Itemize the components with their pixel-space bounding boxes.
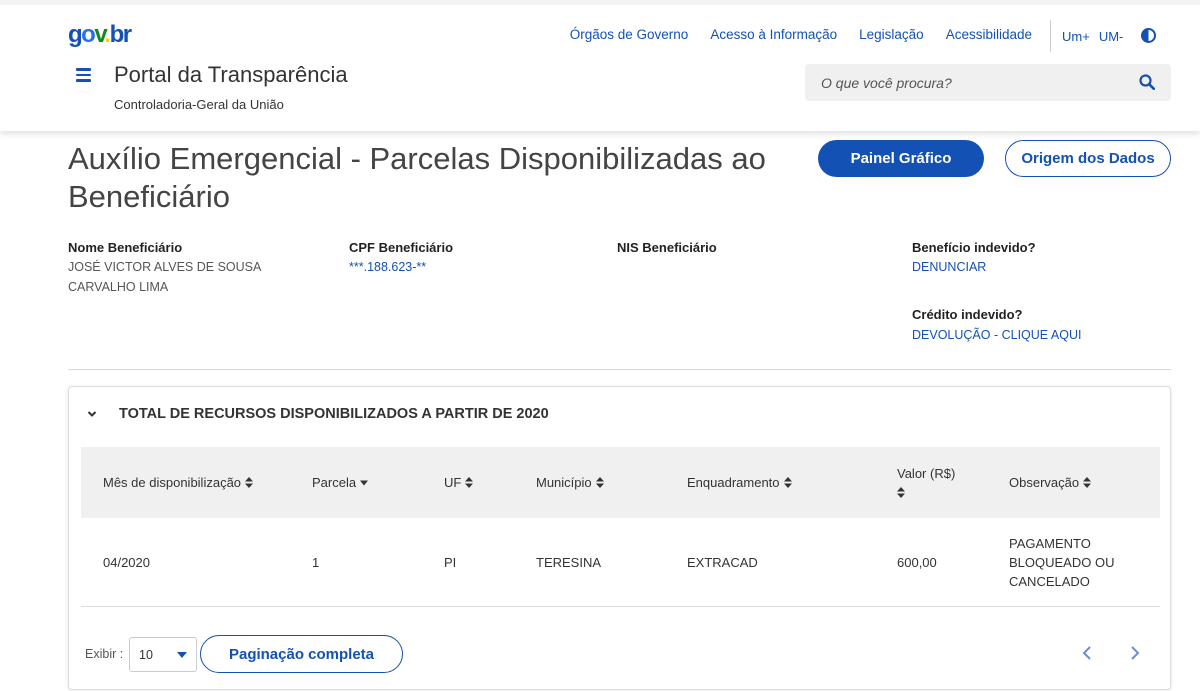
header-divider [1050, 20, 1051, 52]
sort-icon [783, 477, 792, 488]
recursos-card: TOTAL DE RECURSOS DISPONIBILIZADOS A PAR… [68, 386, 1171, 690]
nis-label: NIS Beneficiário [617, 240, 717, 255]
card-title[interactable]: TOTAL DE RECURSOS DISPONIBILIZADOS A PAR… [119, 406, 549, 422]
col-uf[interactable]: UF [444, 475, 474, 490]
caret-down-icon [177, 652, 187, 658]
col-municipio[interactable]: Município [536, 475, 604, 490]
paginacao-completa-button[interactable]: Paginação completa [200, 635, 403, 673]
hamburger-menu-icon[interactable] [76, 68, 91, 82]
sort-icon [245, 477, 254, 488]
sort-icon [595, 477, 604, 488]
sort-icon [897, 487, 905, 498]
sort-icon [1083, 477, 1092, 488]
name-value: JOSÉ VICTOR ALVES DE SOUSA CARVALHO LIMA [68, 260, 261, 294]
top-links: Órgãos de Governo Acesso à Informação Le… [570, 27, 1032, 42]
site-header: gov.br Órgãos de Governo Acesso à Inform… [0, 0, 1200, 131]
font-size-controls: Um+ UM- [1062, 29, 1123, 44]
credito-indevido-label: Crédito indevido? [912, 307, 1023, 322]
page-title: Auxílio Emergencial - Parcelas Disponibi… [68, 141, 766, 214]
name-label: Nome Beneficiário [68, 240, 183, 255]
chevron-down-icon[interactable] [87, 409, 97, 419]
cell-parcela: 1 [312, 555, 320, 570]
cell-municipio: TERESINA [536, 555, 602, 570]
origem-dos-dados-button[interactable]: Origem dos Dados [1005, 140, 1171, 177]
font-decrease-button[interactable]: UM- [1099, 29, 1124, 44]
top-strip [0, 0, 1200, 5]
chevron-right-icon[interactable] [1127, 645, 1141, 661]
search-icon[interactable] [1139, 74, 1155, 90]
contrast-icon[interactable] [1141, 28, 1156, 43]
link-acessibilidade[interactable]: Acessibilidade [946, 27, 1032, 42]
denunciar-link[interactable]: DENUNCIAR [912, 260, 986, 274]
link-legislacao[interactable]: Legislação [859, 27, 924, 42]
cell-observacao: PAGAMENTO BLOQUEADO OU CANCELADO [1009, 536, 1115, 589]
portal-title[interactable]: Portal da Transparência [114, 62, 348, 88]
font-increase-button[interactable]: Um+ [1062, 29, 1090, 44]
portal-subtitle: Controladoria-Geral da União [114, 97, 284, 112]
col-observacao[interactable]: Observação [1009, 475, 1092, 490]
cell-uf: PI [444, 555, 457, 570]
cpf-label: CPF Beneficiário [349, 240, 454, 255]
cell-enquadramento: EXTRACAD [687, 555, 758, 570]
col-parcela[interactable]: Parcela [312, 475, 369, 490]
sort-icon [465, 477, 474, 488]
cpf-value: ***.188.623-** [349, 260, 427, 274]
col-mes-disponibilizacao[interactable]: Mês de disponibilização [103, 475, 254, 490]
cell-mes: 04/2020 [103, 555, 150, 570]
devolucao-link[interactable]: DEVOLUÇÃO - CLIQUE AQUI [912, 328, 1081, 342]
col-valor[interactable]: Valor (R$) [897, 466, 955, 498]
search-input[interactable] [805, 64, 1125, 101]
govbr-logo[interactable]: gov.br [68, 22, 132, 48]
table-header: Mês de disponibilização Parcela UF Munic… [81, 447, 1160, 518]
table-row: 04/2020 1 PI TERESINA EXTRACAD 600,00 PA… [81, 518, 1160, 607]
link-orgaos-de-governo[interactable]: Órgãos de Governo [570, 27, 689, 42]
cell-valor: 600,00 [897, 555, 937, 570]
col-enquadramento[interactable]: Enquadramento [687, 475, 792, 490]
sort-desc-icon [360, 480, 369, 485]
beneficio-indevido-label: Benefício indevido? [912, 240, 1036, 255]
search-box [805, 64, 1171, 101]
chevron-left-icon[interactable] [1081, 645, 1095, 661]
link-acesso-a-informacao[interactable]: Acesso à Informação [710, 27, 837, 42]
section-divider [68, 369, 1171, 370]
painel-grafico-button[interactable]: Painel Gráfico [818, 140, 984, 177]
exibir-label: Exibir : [85, 647, 124, 661]
page-size-select[interactable]: 10 [129, 637, 197, 672]
